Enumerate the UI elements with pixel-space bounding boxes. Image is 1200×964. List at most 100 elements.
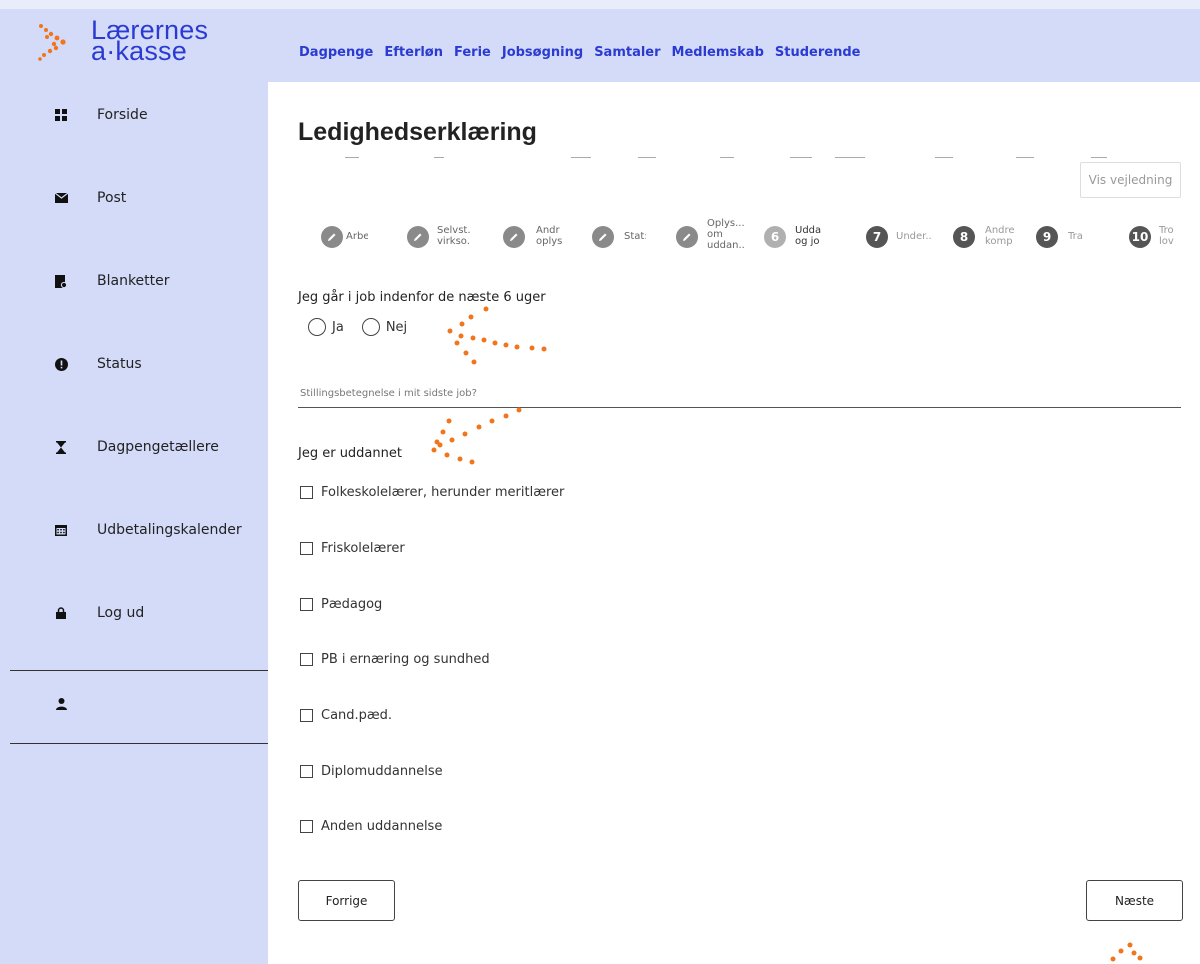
nav-link-efterlon[interactable]: Efterløn (384, 45, 443, 60)
education-option[interactable]: Cand.pæd. (300, 708, 392, 723)
step-1-label: Arbe (346, 231, 368, 242)
step-connector (720, 157, 734, 158)
previous-button[interactable]: Forrige (298, 880, 395, 921)
education-option[interactable]: Diplomuddannelse (300, 764, 443, 779)
hourglass-icon (54, 440, 68, 454)
sidebar-user[interactable] (0, 689, 268, 719)
job-title-placeholder: Stillingsbetegnelse i mit sidste job? (300, 388, 477, 399)
checkbox[interactable] (300, 486, 313, 499)
sidebar-item-dagpengetaellere[interactable]: Dagpengetællere (0, 432, 268, 462)
step-connector (1091, 157, 1107, 158)
step-connector (571, 157, 591, 158)
step-2-pencil-icon[interactable] (407, 226, 429, 248)
page-title: Ledighedserklæring (298, 118, 537, 146)
step-3-label: Andr oplys (536, 225, 563, 247)
sidebar-item-label: Post (97, 190, 127, 206)
top-bar: Lærernes a·kasse Dagpenge Efterløn Ferie… (0, 0, 1200, 82)
step-connector (638, 157, 656, 158)
next-button[interactable]: Næste (1086, 880, 1183, 921)
checkbox[interactable] (300, 653, 313, 666)
logo-mark-icon (38, 24, 66, 61)
job-radio-group: Ja Nej (308, 318, 425, 336)
step-connector (790, 157, 812, 158)
step-6-label: Udda og jo (795, 225, 821, 247)
logo[interactable]: Lærernes a·kasse (36, 17, 236, 81)
sidebar-item-post[interactable]: Post (0, 183, 268, 213)
nav-link-jobsogning[interactable]: Jobsøgning (502, 45, 583, 60)
step-10-label: Tro lov (1159, 225, 1174, 247)
step-2-label: Selvst. virkso. (437, 225, 471, 247)
education-option[interactable]: Pædagog (300, 597, 382, 612)
step-10-number[interactable]: 10 (1129, 226, 1151, 248)
checkbox[interactable] (300, 709, 313, 722)
sidebar-item-forside[interactable]: Forside (0, 100, 268, 130)
step-7-label: Under.. (896, 231, 932, 242)
checkbox[interactable] (300, 598, 313, 611)
grid-icon (54, 108, 68, 122)
step-9-number[interactable]: 9 (1036, 226, 1058, 248)
nav-link-dagpenge[interactable]: Dagpenge (299, 45, 373, 60)
checkbox[interactable] (300, 765, 313, 778)
checkbox-label: Folkeskolelærer, herunder meritlærer (321, 485, 565, 500)
sidebar-item-label: Status (97, 356, 142, 372)
checkbox-label: Diplomuddannelse (321, 764, 443, 779)
main-content: Ledighedserklæring Vis vejledning Jeg gå… (268, 82, 1200, 964)
nav-link-samtaler[interactable]: Samtaler (594, 45, 660, 60)
sidebar-item-label: Forside (97, 107, 148, 123)
sidebar-divider (10, 743, 268, 744)
step-connector (835, 157, 865, 158)
step-8-label: Andre komp (985, 225, 1015, 247)
checkbox[interactable] (300, 542, 313, 555)
step-7-number[interactable]: 7 (866, 226, 888, 248)
step-8-number[interactable]: 8 (953, 226, 975, 248)
step-5-pencil-icon[interactable] (676, 226, 698, 248)
step-3-pencil-icon[interactable] (503, 226, 525, 248)
checkbox-label: Anden uddannelse (321, 819, 443, 834)
guide-button[interactable]: Vis vejledning (1080, 162, 1181, 198)
checkbox-label: PB i ernæring og sundhed (321, 652, 490, 667)
envelope-icon (54, 191, 68, 205)
logo-wordmark: Lærernes a·kasse (91, 17, 208, 65)
sidebar: Forside Post Blanketter Status Dagpenget… (0, 82, 268, 964)
sidebar-item-blanketter[interactable]: Blanketter (0, 266, 268, 296)
step-connector (935, 157, 953, 158)
nav-link-ferie[interactable]: Ferie (454, 45, 491, 60)
sidebar-item-label: Blanketter (97, 273, 170, 289)
sidebar-item-label: Udbetalingskalender (97, 522, 242, 538)
step-connector (1016, 157, 1034, 158)
checkbox-label: Cand.pæd. (321, 708, 393, 723)
top-navigation: Dagpenge Efterløn Ferie Jobsøgning Samta… (299, 45, 860, 60)
nav-link-medlemskab[interactable]: Medlemskab (672, 45, 764, 60)
sidebar-item-udbetalingskalender[interactable]: Udbetalingskalender (0, 515, 268, 545)
sidebar-item-status[interactable]: Status (0, 349, 268, 379)
sidebar-divider (10, 670, 268, 671)
lock-icon (54, 606, 68, 620)
sidebar-item-label: Log ud (97, 605, 145, 621)
radio-nej[interactable] (361, 318, 380, 336)
education-option[interactable]: Friskolelærer (300, 541, 405, 556)
step-connector (434, 157, 444, 158)
job-title-input[interactable]: Stillingsbetegnelse i mit sidste job? (298, 384, 1181, 408)
step-4-pencil-icon[interactable] (592, 226, 614, 248)
education-label: Jeg er uddannet (298, 446, 402, 461)
calendar-icon (54, 523, 68, 537)
step-6-number[interactable]: 6 (764, 226, 786, 248)
education-option[interactable]: Anden uddannelse (300, 819, 442, 834)
step-1-pencil-icon[interactable] (321, 226, 343, 248)
education-option[interactable]: Folkeskolelærer, herunder meritlærer (300, 485, 564, 500)
sidebar-item-log-ud[interactable]: Log ud (0, 598, 268, 628)
exclamation-circle-icon (54, 357, 68, 371)
form-document-icon (54, 274, 68, 288)
step-9-label: Tra (1068, 231, 1083, 242)
checkbox[interactable] (300, 820, 313, 833)
step-5-label: Oplys... om uddan.. (707, 218, 745, 251)
step-4-label: Stat: (624, 231, 646, 242)
sidebar-item-label: Dagpengetællere (97, 439, 219, 455)
checkbox-label: Friskolelærer (321, 541, 405, 556)
user-icon (54, 697, 68, 711)
radio-ja[interactable] (308, 318, 326, 336)
nav-link-studerende[interactable]: Studerende (775, 45, 861, 60)
education-option[interactable]: PB i ernæring og sundhed (300, 652, 490, 667)
step-connector (345, 157, 359, 158)
checkbox-label: Pædagog (321, 597, 383, 612)
